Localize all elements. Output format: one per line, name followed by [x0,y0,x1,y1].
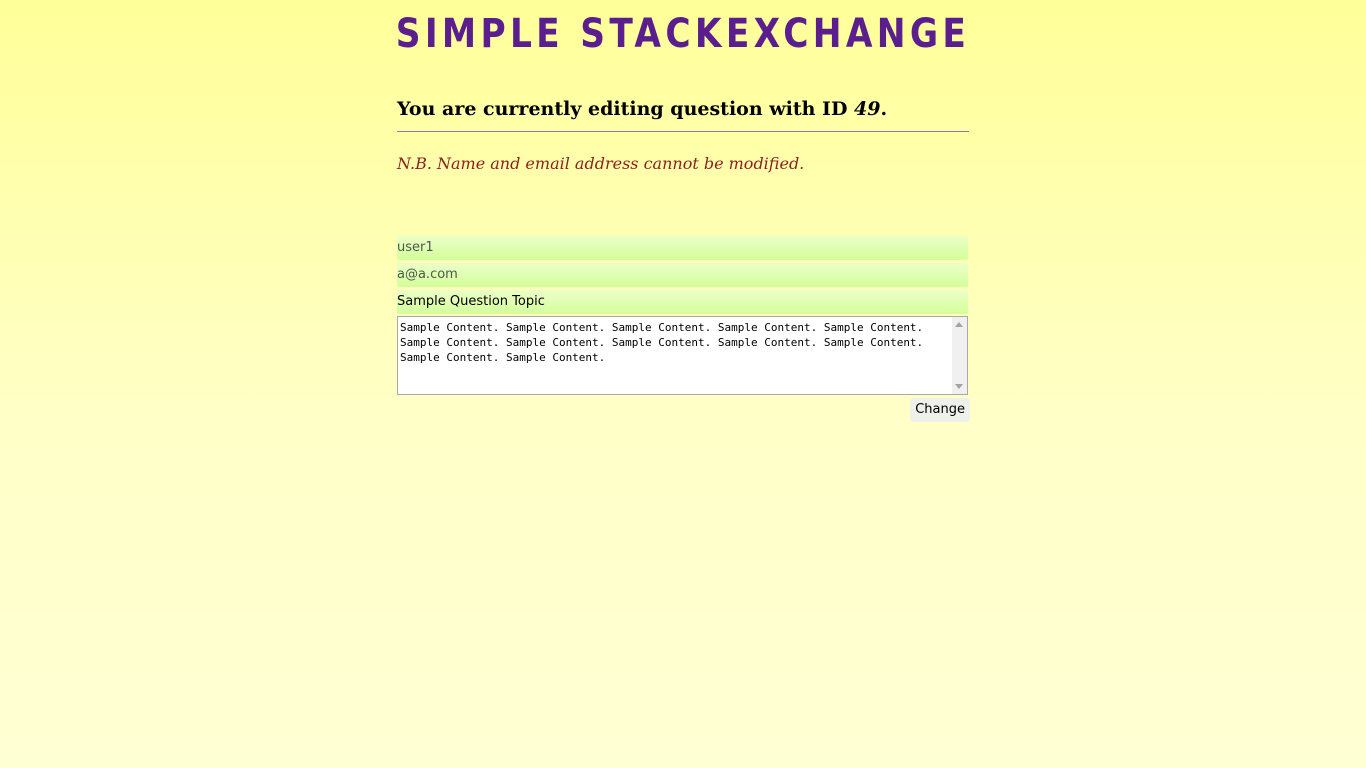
content-textarea-frame: Sample Content. Sample Content. Sample C… [397,316,968,395]
editing-heading: You are currently editing question with … [397,94,969,124]
email-field[interactable] [397,263,968,287]
scroll-up-arrow-icon[interactable] [955,322,963,327]
topic-field[interactable] [397,290,968,314]
edit-question-panel: You are currently editing question with … [397,94,970,422]
heading-suffix: . [880,98,888,120]
content-scrollbar[interactable] [952,317,967,394]
divider [397,131,969,132]
change-button[interactable]: Change [910,398,970,422]
modification-note: N.B. Name and email address cannot be mo… [397,154,805,173]
content-textarea[interactable]: Sample Content. Sample Content. Sample C… [400,320,948,392]
site-title: SIMPLE STACKEXCHANGE [395,11,971,57]
heading-prefix: You are currently editing question with … [397,98,855,120]
scroll-down-arrow-icon[interactable] [955,384,963,389]
name-field[interactable] [397,236,968,260]
question-id: 49 [854,98,881,120]
